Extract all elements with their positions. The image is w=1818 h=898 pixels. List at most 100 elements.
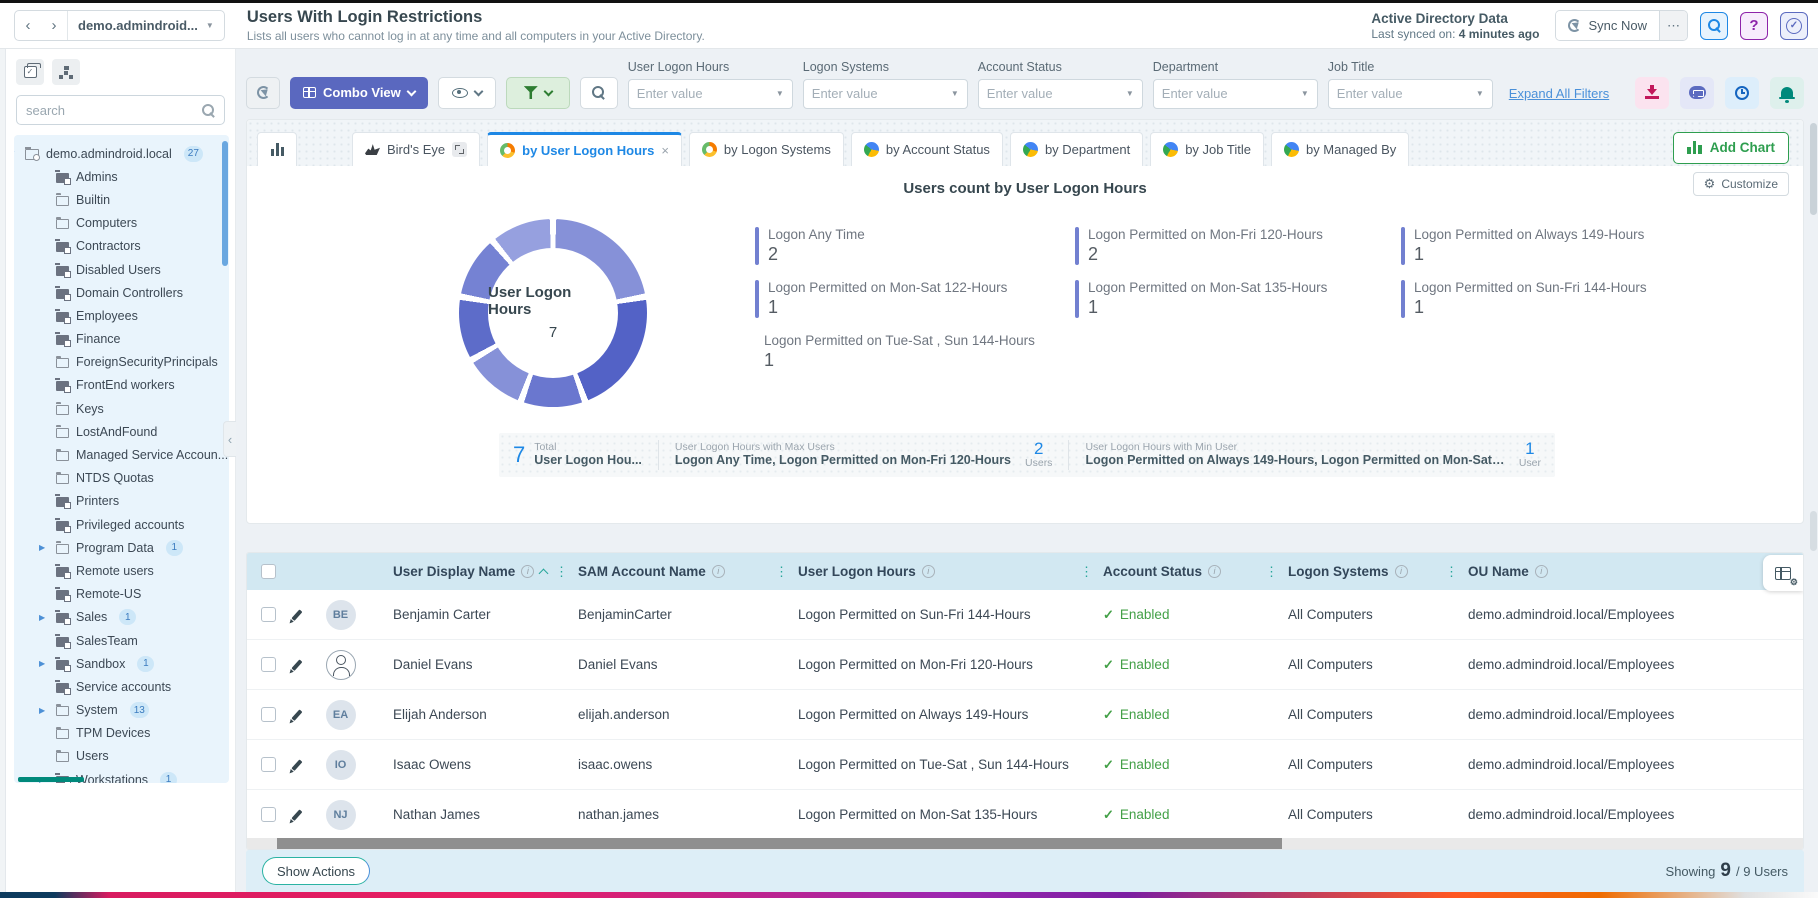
column-menu-icon[interactable]: ⋮ xyxy=(1265,564,1278,580)
domain-selector[interactable]: demo.admindroid... ▼ xyxy=(67,11,224,40)
view-mode-button[interactable]: Combo View xyxy=(290,77,428,109)
customize-button[interactable]: ⚙ Customize xyxy=(1693,172,1789,196)
edit-icon[interactable] xyxy=(291,659,302,670)
tree-item-sandbox[interactable]: ▶Sandbox1 xyxy=(18,652,229,675)
select-all-checkbox[interactable] xyxy=(261,564,276,579)
column-menu-icon[interactable]: ⋮ xyxy=(1445,564,1458,580)
legend-item[interactable]: Logon Any Time2 xyxy=(755,227,1027,265)
alerts-button[interactable] xyxy=(1770,77,1804,109)
filter-button[interactable] xyxy=(506,77,570,109)
tree-item-remote-users[interactable]: Remote users xyxy=(18,559,229,582)
export-button[interactable] xyxy=(1635,77,1669,109)
filter-select[interactable]: ▼ xyxy=(978,79,1143,109)
tree-item-lostandfound[interactable]: LostAndFound xyxy=(18,420,229,443)
tree-item-program-data[interactable]: ▶Program Data1 xyxy=(18,536,229,559)
expand-arrow-icon[interactable]: ▶ xyxy=(39,659,49,668)
tree-item-keys[interactable]: Keys xyxy=(18,397,229,420)
row-checkbox[interactable] xyxy=(261,757,276,772)
edit-icon[interactable] xyxy=(291,809,302,820)
add-chart-button[interactable]: Add Chart xyxy=(1673,132,1789,164)
filter-input-job-title[interactable] xyxy=(1337,86,1476,101)
forward-button[interactable]: › xyxy=(41,17,67,34)
table-row[interactable]: IO Isaac Owens isaac.owens Logon Permitt… xyxy=(247,740,1803,790)
page-scrollbar-thumb[interactable] xyxy=(1810,123,1817,215)
tree-item-computers[interactable]: Computers xyxy=(18,212,229,235)
tree-item-sales[interactable]: ▶Sales1 xyxy=(18,606,229,629)
table-row[interactable]: NJ Nathan James nathan.james Logon Permi… xyxy=(247,790,1803,840)
column-menu-icon[interactable]: ⋮ xyxy=(1080,564,1093,580)
tree-item-service-accounts[interactable]: Service accounts xyxy=(18,675,229,698)
legend-item[interactable]: Logon Permitted on Sun-Fri 144-Hours1 xyxy=(1401,280,1651,318)
edit-icon[interactable] xyxy=(291,709,302,720)
show-actions-button[interactable]: Show Actions xyxy=(262,857,370,885)
filter-select[interactable]: ▼ xyxy=(1328,79,1493,109)
filter-input-department[interactable] xyxy=(1162,86,1301,101)
table-row[interactable]: BE Benjamin Carter BenjaminCarter Logon … xyxy=(247,590,1803,640)
tree-item-ntds-quotas[interactable]: NTDS Quotas xyxy=(18,467,229,490)
feedback-button[interactable] xyxy=(1680,77,1714,109)
reset-filters-button[interactable] xyxy=(246,77,280,109)
tree-item-finance[interactable]: Finance xyxy=(18,328,229,351)
legend-item[interactable]: Logon Permitted on Tue-Sat , Sun 144-Hou… xyxy=(755,333,1027,371)
page-scrollbar-thumb[interactable] xyxy=(1810,511,1817,551)
tab-birds-eye[interactable]: Bird's Eye xyxy=(352,132,480,166)
tab-by-department[interactable]: by Department xyxy=(1010,132,1143,166)
tree-item-tpm-devices[interactable]: TPM Devices xyxy=(18,722,229,745)
legend-item[interactable]: Logon Permitted on Mon-Sat 122-Hours1 xyxy=(755,280,1027,318)
tree-item-managed-service-accounts[interactable]: Managed Service Accoun... xyxy=(18,443,229,466)
fullscreen-icon[interactable] xyxy=(452,142,467,157)
back-button[interactable]: ‹ xyxy=(15,17,41,34)
collapse-arrow-icon[interactable]: ▼ xyxy=(14,149,18,158)
tab-by-user-logon-hours[interactable]: by User Logon Hours × xyxy=(487,132,682,166)
tree-item-foreignsecurityprincipals[interactable]: ForeignSecurityPrincipals xyxy=(18,351,229,374)
tree-item-privileged-accounts[interactable]: Privileged accounts xyxy=(18,513,229,536)
tree-item-employees[interactable]: Employees xyxy=(18,304,229,327)
tree-scrollbar-horizontal[interactable] xyxy=(18,777,84,782)
column-chooser-button[interactable]: ⚙ xyxy=(1763,555,1803,591)
column-header-logon-systems[interactable]: Logon Systems i ⋮ xyxy=(1288,564,1468,580)
filter-select[interactable]: ▼ xyxy=(628,79,793,109)
edit-icon[interactable] xyxy=(291,759,302,770)
saved-selections-button[interactable]: ✓ xyxy=(16,59,44,85)
sync-now-button[interactable]: Sync Now xyxy=(1556,11,1659,40)
scrollbar-thumb[interactable] xyxy=(277,838,1282,849)
sidebar-collapse-button[interactable]: ‹ xyxy=(223,421,236,457)
filter-select[interactable]: ▼ xyxy=(803,79,968,109)
tab-by-managed-by[interactable]: by Managed By xyxy=(1271,132,1409,166)
column-header-account-status[interactable]: Account Status i ⋮ xyxy=(1103,564,1288,580)
filter-input-account-status[interactable] xyxy=(987,86,1126,101)
column-menu-icon[interactable]: ⋮ xyxy=(775,564,788,580)
column-menu-icon[interactable]: ⋮ xyxy=(555,564,568,580)
global-search-button[interactable] xyxy=(1700,12,1728,40)
close-icon[interactable]: × xyxy=(661,143,669,158)
row-checkbox[interactable] xyxy=(261,807,276,822)
row-checkbox[interactable] xyxy=(261,607,276,622)
tree-item-domain-root[interactable]: ▼demo.admindroid.local27 xyxy=(18,142,229,165)
audit-button[interactable]: ✓ xyxy=(1780,12,1808,40)
info-icon[interactable]: i xyxy=(521,565,534,578)
expand-arrow-icon[interactable]: ▶ xyxy=(39,543,49,552)
tree-item-frontend-workers[interactable]: FrontEnd workers xyxy=(18,374,229,397)
tab-by-account-status[interactable]: by Account Status xyxy=(851,132,1003,166)
tab-by-job-title[interactable]: by Job Title xyxy=(1150,132,1264,166)
info-icon[interactable]: i xyxy=(922,565,935,578)
tree-item-printers[interactable]: Printers xyxy=(18,490,229,513)
column-header-user-logon-hours[interactable]: User Logon Hours i ⋮ xyxy=(798,564,1103,580)
table-scrollbar-horizontal[interactable] xyxy=(247,838,1803,849)
row-checkbox[interactable] xyxy=(261,657,276,672)
chart-list-button[interactable] xyxy=(257,132,297,166)
visibility-button[interactable] xyxy=(438,77,496,109)
tab-by-logon-systems[interactable]: by Logon Systems xyxy=(689,132,844,166)
edit-icon[interactable] xyxy=(291,609,302,620)
table-search-button[interactable] xyxy=(580,77,618,109)
tree-item-disabled-users[interactable]: Disabled Users xyxy=(18,258,229,281)
column-header-sam-account-name[interactable]: SAM Account Name i ⋮ xyxy=(578,564,798,580)
tree-item-system[interactable]: ▶System13 xyxy=(18,699,229,722)
tree-item-contractors[interactable]: Contractors xyxy=(18,235,229,258)
expand-arrow-icon[interactable]: ▶ xyxy=(39,613,49,622)
expand-arrow-icon[interactable]: ▶ xyxy=(39,706,49,715)
table-row[interactable]: Daniel Evans Daniel Evans Logon Permitte… xyxy=(247,640,1803,690)
column-header-ou-name[interactable]: OU Name i xyxy=(1468,564,1803,579)
expand-all-filters-link[interactable]: Expand All Filters xyxy=(1509,86,1609,101)
donut-chart[interactable]: User Logon Hours 7 xyxy=(459,219,647,407)
